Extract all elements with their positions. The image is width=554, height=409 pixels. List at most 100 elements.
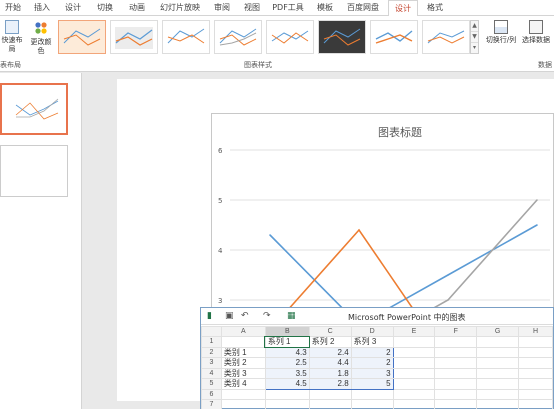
sheet-cell[interactable] [476,346,520,358]
sheet-cell[interactable]: 2 [350,346,394,358]
scroll-down-icon[interactable]: ▼ [471,32,478,43]
sheet-cell[interactable] [476,336,520,348]
sheet-cell[interactable] [220,336,266,348]
sheet-cell[interactable]: 4.4 [308,357,352,369]
sheet-cell[interactable] [518,346,553,358]
sheet-cell[interactable] [518,399,553,409]
sheet-cell[interactable] [434,357,478,369]
row-header[interactable]: 2 [201,346,222,358]
sheet-cell[interactable] [264,399,310,409]
sheet-cell[interactable] [350,399,394,409]
column-header-c[interactable]: C [308,326,352,337]
sheet-cell[interactable]: 系列 2 [308,336,352,348]
tab-baidu-netdisk[interactable]: 百度网盘 [342,0,384,16]
sheet-cell[interactable]: 3.5 [264,367,310,379]
slide-thumbnail-2[interactable] [0,145,68,197]
sheet-cell[interactable]: 2.5 [264,357,310,369]
tab-design[interactable]: 设计 [58,0,88,16]
sheet-cell[interactable] [350,388,394,400]
row-header[interactable]: 4 [201,367,222,379]
sheet-cell[interactable] [476,367,520,379]
data-point[interactable] [358,229,360,231]
redo-icon[interactable]: ↷ [263,311,271,321]
data-point[interactable] [447,299,449,301]
sheet-cell[interactable] [308,388,352,400]
gallery-scroll[interactable]: ▲ ▼ ▾ [470,20,479,54]
data-point[interactable] [536,199,538,201]
sheet-cell[interactable] [392,357,436,369]
chart-style-4[interactable] [214,20,262,54]
row-header[interactable]: 7 [201,399,222,409]
sheet-cell[interactable] [392,336,436,348]
switch-row-column-button[interactable]: 切换行/列 [484,20,518,45]
gallery-expand-icon[interactable]: ▾ [471,43,478,54]
row-header[interactable]: 1 [201,336,222,348]
sheet-cell[interactable]: 类别 4 [220,378,266,390]
tab-insert[interactable]: 插入 [28,0,56,16]
sheet-cell[interactable]: 2.4 [308,346,352,358]
sheet-cell[interactable] [434,336,478,348]
chart-style-2[interactable] [110,20,158,54]
sheet-cell[interactable]: 2 [350,357,394,369]
column-header-g[interactable]: G [476,326,520,337]
tab-animations[interactable]: 动画 [122,0,152,16]
chart-style-8[interactable] [422,20,470,54]
sheet-cell[interactable] [434,399,478,409]
sheet-cell[interactable]: 类别 2 [220,357,266,369]
sheet-cell[interactable] [308,399,352,409]
sheet-cell[interactable] [434,367,478,379]
sheet-cell[interactable] [434,378,478,390]
sheet-cell[interactable] [220,388,266,400]
column-header-e[interactable]: E [392,326,436,337]
sheet-cell[interactable] [264,388,310,400]
tab-templates[interactable]: 模板 [310,0,340,16]
sheet-cell[interactable] [476,399,520,409]
tab-home[interactable]: 开始 [0,0,26,16]
sheet-cell[interactable] [392,378,436,390]
chart-style-5[interactable] [266,20,314,54]
sheet-cell[interactable]: 3 [350,367,394,379]
sheet-cell[interactable] [518,357,553,369]
chart-style-6[interactable] [318,20,366,54]
undo-icon[interactable]: ↶ [241,311,249,321]
sheet-cell[interactable]: 类别 1 [220,346,266,358]
sheet-cell[interactable]: 系列 1 [264,335,311,348]
select-data-button[interactable]: 选择数据 [518,20,554,45]
chart-style-3[interactable] [162,20,210,54]
sheet-cell[interactable] [392,346,436,358]
sheet-cell[interactable] [392,388,436,400]
tab-pdf-tools[interactable]: PDF工具 [268,0,308,16]
quick-layout-button[interactable]: 快速布局 [0,20,24,54]
chart-title[interactable]: 图表标题 [378,125,422,139]
sheet-cell[interactable] [476,357,520,369]
column-header-a[interactable]: A [220,326,266,337]
select-all-corner[interactable] [201,326,222,337]
edit-data-icon[interactable]: ▦ [287,311,296,321]
data-point[interactable] [269,234,271,236]
row-header[interactable]: 6 [201,388,222,400]
sheet-cell[interactable] [476,378,520,390]
change-colors-button[interactable]: 更改颜色 [28,20,54,56]
sheet-cell[interactable] [476,388,520,400]
sheet-cell[interactable] [518,388,553,400]
sheet-cell[interactable] [392,367,436,379]
sheet-cell[interactable]: 4.5 [264,378,310,390]
row-header[interactable]: 3 [201,357,222,369]
tab-slideshow[interactable]: 幻灯片放映 [154,0,206,16]
sheet-cell[interactable] [220,399,266,409]
tab-chart-design[interactable]: 设计 [388,0,418,17]
column-header-b[interactable]: B [264,326,310,337]
sheet-cell[interactable] [518,367,553,379]
data-point[interactable] [447,274,449,276]
sheet-cell[interactable]: 1.8 [308,367,352,379]
tab-format[interactable]: 格式 [420,0,450,16]
data-point[interactable] [536,224,538,226]
tab-transitions[interactable]: 切换 [90,0,120,16]
column-header-f[interactable]: F [434,326,478,337]
sheet-cell[interactable]: 2.8 [308,378,352,390]
sheet-cell[interactable] [518,336,553,348]
tab-review[interactable]: 审阅 [208,0,236,16]
scroll-up-icon[interactable]: ▲ [471,21,478,32]
column-header-h[interactable]: H [518,326,553,337]
row-header[interactable]: 5 [201,378,222,390]
